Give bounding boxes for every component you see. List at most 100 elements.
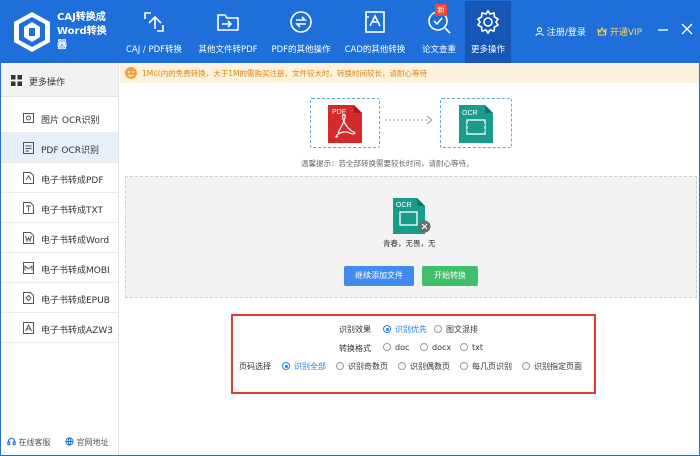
app-name-line1: CAJ转换成 — [57, 12, 106, 23]
sidebar-header: 更多操作 — [1, 63, 118, 97]
nav-other-to-pdf[interactable]: 其他文件转PDF — [193, 1, 263, 63]
mascot-icon — [125, 67, 137, 79]
app-name: CAJ转换成 Word转换 器 — [57, 11, 117, 53]
sidebar-item-label: 图片 OCR识别 — [41, 116, 100, 126]
app-name-line3: 器 — [57, 40, 67, 51]
file-badge: OCR — [396, 202, 412, 209]
add-files-button[interactable]: 继续添加文件 — [344, 266, 414, 286]
nav-label: PDF的其他操作 — [271, 45, 331, 55]
sidebar-item-ebook-word[interactable]: 电子书转成Word — [1, 223, 118, 253]
new-badge: 新 — [435, 4, 447, 16]
sidebar-item-image-ocr[interactable]: 图片 OCR识别 — [1, 103, 118, 133]
crown-icon — [597, 26, 607, 36]
source-format-box: PDF — [310, 98, 380, 148]
pdf-ocr-icon — [23, 142, 34, 154]
sidebar-item-ebook-azw3[interactable]: 电子书转成AZW3 — [1, 313, 118, 343]
file-card[interactable]: OCR — [393, 198, 431, 236]
flow-arrow — [385, 115, 433, 125]
sidebar-item-label: 电子书转成EPUB — [41, 296, 110, 306]
radio-icon — [336, 362, 344, 370]
vip-label: 开通VIP — [609, 28, 643, 38]
nav-label: CAD的其他转换 — [344, 45, 406, 55]
sidebar-item-label: 电子书转成Word — [41, 236, 110, 246]
sidebar-item-ebook-mobi[interactable]: 电子书转成MOBI — [1, 253, 118, 283]
radio-icon — [460, 362, 468, 370]
sidebar-item-ebook-txt[interactable]: 电子书转成TXT — [1, 193, 118, 223]
format-row: 转换格式 doc docx txt — [233, 343, 594, 355]
format-option-doc[interactable]: doc — [383, 343, 409, 352]
radio-icon — [383, 325, 391, 333]
sidebar-item-ebook-pdf[interactable]: 电子书转成PDF — [1, 163, 118, 193]
mobi-file-icon — [23, 262, 34, 274]
nav-label: 其他文件转PDF — [198, 45, 258, 55]
nav-pdf-other[interactable]: PDF的其他操作 — [265, 1, 337, 63]
user-icon — [535, 27, 544, 37]
nav-more-ops[interactable]: 更多操作 — [465, 1, 511, 63]
effect-option-mixed[interactable]: 图文混排 — [434, 324, 478, 335]
globe-icon — [65, 437, 74, 446]
effect-option-priority[interactable]: 识别优先 — [383, 324, 427, 335]
sidebar-item-label: 电子书转成MOBI — [41, 266, 110, 276]
format-option-txt[interactable]: txt — [460, 343, 483, 352]
app-window: CAJ转换成 Word转换 器 CAJ / PDF转换 其他文件转PDF PDF… — [0, 0, 700, 456]
grid-icon — [11, 75, 22, 86]
pages-option-specific[interactable]: 识别指定页面 — [522, 361, 582, 372]
folder-icon — [217, 14, 239, 31]
nav-label: 更多操作 — [470, 45, 505, 55]
pages-option-odd[interactable]: 识别奇数页 — [336, 361, 388, 372]
pages-row: 页码选择 识别全部 识别奇数页 识别偶数页 每几页识别 识别指定页面 — [233, 361, 594, 373]
sidebar-item-ebook-epub[interactable]: 电子书转成EPUB — [1, 283, 118, 313]
radio-icon — [420, 343, 428, 351]
headset-icon — [7, 437, 16, 446]
sidebar-item-label: 电子书转成AZW3 — [41, 326, 113, 336]
login-label: 注册/登录 — [546, 28, 586, 38]
start-convert-button[interactable]: 开始转换 — [422, 266, 478, 286]
radio-icon — [398, 362, 406, 370]
pages-option-every-n[interactable]: 每几页识别 — [460, 361, 512, 372]
pdf-label: PDF — [332, 109, 346, 116]
ocr-file-icon: OCR — [459, 105, 493, 143]
online-service-label: 在线客服 — [18, 438, 51, 447]
radio-icon — [434, 325, 442, 333]
radio-icon — [282, 362, 290, 370]
gear-icon — [476, 9, 500, 35]
minimize-icon[interactable] — [657, 23, 669, 35]
format-option-docx[interactable]: docx — [420, 343, 451, 352]
cad-icon — [365, 11, 385, 33]
nav-cad-other[interactable]: CAD的其他转换 — [339, 1, 411, 63]
pages-option-all[interactable]: 识别全部 — [282, 361, 326, 372]
sidebar-footer: 在线客服 官网地址 — [1, 437, 119, 451]
target-format-box: OCR — [440, 98, 512, 148]
vip-link[interactable]: 开通VIP — [597, 25, 642, 38]
nav-label: CAJ / PDF转换 — [125, 45, 183, 55]
epub-file-icon — [23, 292, 34, 304]
top-toolbar: CAJ转换成 Word转换 器 CAJ / PDF转换 其他文件转PDF PDF… — [1, 1, 699, 63]
format-label: 转换格式 — [339, 344, 371, 353]
login-link[interactable]: 注册/登录 — [535, 25, 586, 38]
nav-caj-pdf[interactable]: CAJ / PDF转换 — [119, 1, 189, 63]
radio-icon — [460, 343, 468, 351]
sidebar-item-pdf-ocr[interactable]: PDF OCR识别 — [1, 133, 118, 163]
options-panel: 识别效果 识别优先 图文混排 转换格式 doc docx txt 页码选择 识别… — [231, 314, 596, 394]
close-icon[interactable] — [681, 23, 693, 35]
pages-option-even[interactable]: 识别偶数页 — [398, 361, 450, 372]
notice-bar: 1M以内的免费转换，大于1M的需购买注册，文件较大时，转换时间较长，请耐心等待 — [120, 63, 699, 83]
image-ocr-icon — [23, 113, 34, 123]
app-name-line2: Word转换 — [57, 26, 107, 37]
sidebar-item-label: 电子书转成TXT — [41, 206, 104, 216]
pdf-file-icon — [23, 172, 34, 184]
word-file-icon — [23, 232, 34, 244]
official-site-link[interactable]: 官网地址 — [65, 437, 109, 448]
radio-icon — [522, 362, 530, 370]
refresh-icon — [290, 11, 312, 33]
online-service-link[interactable]: 在线客服 — [7, 437, 51, 448]
pdf-file-icon: PDF — [328, 105, 362, 143]
nav-label: 论文查重 — [421, 45, 456, 55]
tip-text: 温馨提示：若全部转换需要较长时间，请耐心等待。 — [301, 159, 474, 168]
remove-file-icon[interactable] — [418, 220, 431, 233]
nav-paper-check[interactable]: 新 论文查重 — [413, 1, 465, 63]
effect-row: 识别效果 识别优先 图文混排 — [233, 324, 594, 336]
notice-text: 1M以内的免费转换，大于1M的需购买注册，文件较大时，转换时间较长，请耐心等待 — [142, 69, 427, 78]
radio-icon — [383, 343, 391, 351]
txt-file-icon — [23, 202, 34, 214]
